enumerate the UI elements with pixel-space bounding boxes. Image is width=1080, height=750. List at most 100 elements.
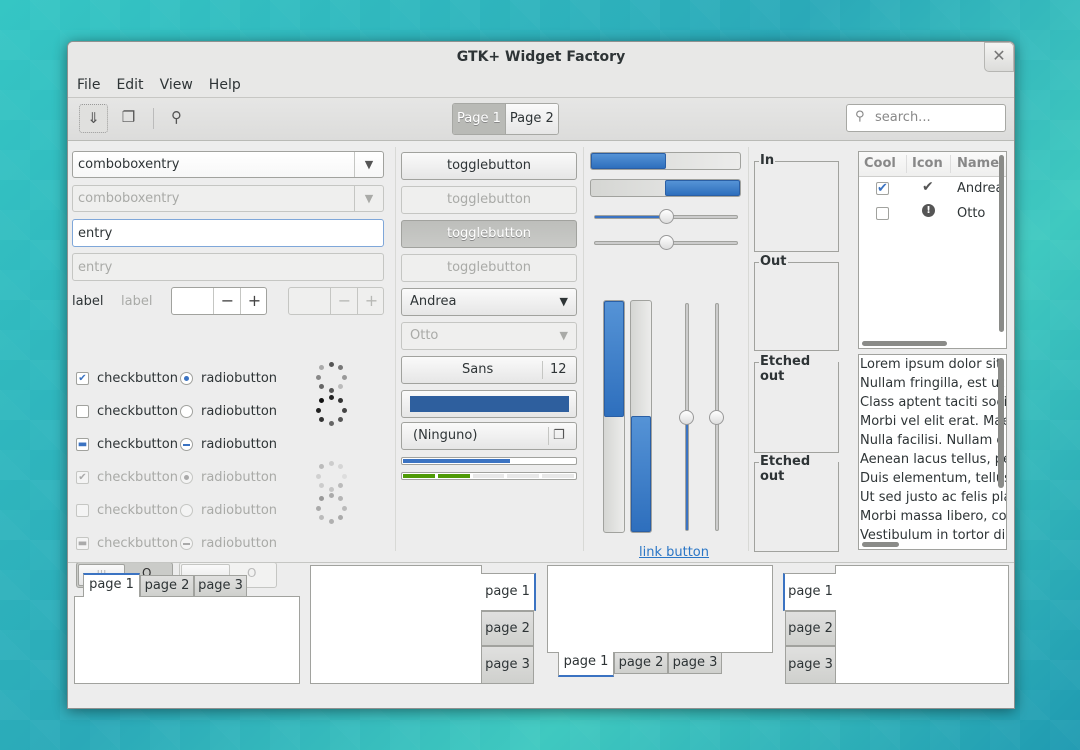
hscale-1-slider[interactable] — [659, 209, 674, 224]
notebook-bottom-page — [547, 565, 773, 653]
radio-selected[interactable] — [180, 372, 193, 385]
menu-view[interactable]: View — [152, 72, 201, 98]
link-button[interactable]: link button — [639, 545, 709, 560]
file-chooser-separator — [548, 427, 549, 445]
togglebutton-active[interactable]: togglebutton — [401, 220, 577, 248]
combo-text: comboboxentry — [78, 191, 180, 206]
font-button[interactable]: Sans 12 — [401, 356, 577, 384]
hscale-2-slider[interactable] — [659, 235, 674, 250]
tab-page-1[interactable]: page 1 — [83, 573, 140, 597]
header-divider — [906, 155, 907, 173]
minus-icon[interactable]: − — [213, 288, 241, 314]
text-line: Nulla facilisi. Nullam e — [860, 433, 1005, 448]
checkbox-inconsistent[interactable]: ▬ — [76, 438, 89, 451]
tab-page-2[interactable]: page 2 — [614, 652, 668, 674]
plus-icon[interactable]: + — [240, 288, 268, 314]
progress-fill — [403, 459, 510, 463]
menubar: File Edit View Help — [68, 72, 1014, 98]
text-line: Lorem ipsum dolor sit — [860, 357, 1002, 372]
spin-button[interactable]: − + — [171, 287, 267, 315]
cool-checkbox[interactable]: ✔ — [876, 182, 889, 195]
search-entry[interactable]: ⚲ search... — [846, 104, 1006, 132]
tab-page-1[interactable]: page 1 — [481, 573, 536, 611]
radio-dot — [184, 376, 189, 381]
radio-inconsistent[interactable] — [180, 438, 193, 451]
tab-page-2[interactable]: page 2 — [785, 611, 836, 646]
spinner-dot — [341, 407, 347, 413]
spinner-dot — [328, 387, 334, 393]
entry-field[interactable]: entry — [72, 219, 384, 247]
frame-etched-out-1: Etched out — [754, 354, 839, 453]
toolbar: ⇓ ❐ ⚲ Page 1 Page 2 ⚲ search... — [68, 98, 1014, 141]
copy-button[interactable]: ❐ — [115, 104, 142, 131]
tab-page-1[interactable]: page 1 — [783, 573, 836, 611]
spinner-dot — [319, 383, 325, 389]
column-header-icon[interactable]: Icon — [912, 156, 943, 171]
checkbutton-label: checkbutton — [97, 437, 178, 452]
spinner-dot — [315, 374, 321, 380]
tree-row[interactable]: ! Otto — [859, 201, 1006, 225]
horizontal-scrollbar[interactable] — [862, 341, 947, 346]
radio-unselected[interactable] — [180, 405, 193, 418]
vscale-2-slider[interactable] — [709, 410, 724, 425]
spinner-dot — [337, 496, 343, 502]
hscale-fill — [595, 216, 667, 218]
close-button[interactable]: ✕ — [984, 42, 1014, 72]
tab-page-2[interactable]: page 2 — [481, 611, 534, 646]
tree-row[interactable]: ✔ ✔ Andrea — [859, 177, 1006, 201]
spinner-dot — [341, 374, 347, 380]
entry-text: entry — [78, 260, 113, 275]
tab-page-3[interactable]: page 3 — [194, 575, 247, 597]
font-separator — [542, 361, 543, 379]
checkbox-unchecked[interactable] — [76, 405, 89, 418]
vertical-scrollbar[interactable] — [999, 155, 1004, 332]
find-button[interactable]: ⚲ — [163, 104, 190, 131]
checkbutton-label: checkbutton — [97, 503, 178, 518]
spinner-dot — [319, 365, 325, 371]
cool-checkbox[interactable] — [876, 207, 889, 220]
download-button[interactable]: ⇓ — [79, 104, 108, 133]
checkbox-checked[interactable]: ✔ — [76, 372, 89, 385]
column-header-name[interactable]: Name — [957, 156, 999, 171]
text-line: Aenean lacus tellus, pe — [860, 452, 1007, 467]
togglebutton-disabled: togglebutton — [401, 186, 577, 214]
tab-page-1[interactable]: page 1 — [558, 652, 614, 677]
horizontal-scrollbar[interactable] — [862, 542, 899, 547]
tab-page-3[interactable]: page 3 — [668, 652, 722, 674]
copy-icon: ❐ — [121, 108, 136, 126]
spinner-dot — [341, 505, 347, 511]
page-1-button[interactable]: Page 1 — [453, 104, 506, 134]
progress-segment — [507, 474, 540, 478]
tab-page-3[interactable]: page 3 — [481, 646, 534, 684]
togglebutton[interactable]: togglebutton — [401, 152, 577, 180]
vscale-1-slider[interactable] — [679, 410, 694, 425]
frame-label: In — [759, 153, 776, 168]
spinner-dot — [337, 398, 343, 404]
page-2-button[interactable]: Page 2 — [505, 104, 558, 134]
radio-dot — [184, 475, 189, 480]
color-button[interactable] — [401, 390, 577, 418]
search-icon: ⚲ — [855, 109, 865, 124]
column-header-cool[interactable]: Cool — [864, 156, 896, 171]
tab-page-2[interactable]: page 2 — [140, 575, 194, 597]
text-line: Ut sed justo ac felis pla — [860, 490, 1007, 505]
tree-view[interactable]: Cool Icon Name ✔ ✔ Andrea ! Otto — [858, 151, 1007, 349]
frame-out: Out — [754, 254, 839, 351]
comboboxentry-1[interactable]: comboboxentry ▼ — [72, 151, 384, 178]
menu-file[interactable]: File — [68, 72, 108, 98]
font-name: Sans — [462, 362, 494, 377]
vertical-scrollbar[interactable] — [998, 358, 1004, 488]
chevron-down-icon[interactable]: ▼ — [354, 152, 383, 177]
tab-page-3[interactable]: page 3 — [785, 646, 836, 684]
menu-edit[interactable]: Edit — [108, 72, 151, 98]
label-1: label — [72, 294, 104, 309]
label-2-disabled: label — [121, 294, 153, 309]
progress-segment — [472, 474, 505, 478]
toolbar-separator — [153, 108, 154, 129]
file-chooser-button[interactable]: (Ninguno) ❐ — [401, 422, 577, 450]
combo-andrea[interactable]: Andrea ▼ — [401, 288, 577, 316]
text-view[interactable]: Lorem ipsum dolor sit Nullam fringilla, … — [858, 354, 1007, 550]
checkbutton-label: checkbutton — [97, 371, 178, 386]
menu-help[interactable]: Help — [201, 72, 249, 98]
spinner-dot — [328, 492, 334, 498]
